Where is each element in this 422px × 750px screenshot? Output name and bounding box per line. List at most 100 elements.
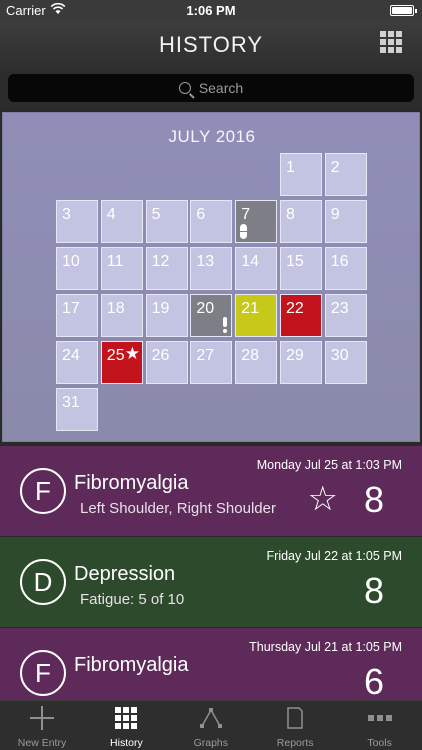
graph-icon — [199, 706, 223, 730]
calendar-day-4[interactable]: 4 — [100, 200, 143, 243]
search-icon — [178, 82, 191, 94]
tab-label: New Entry — [17, 737, 67, 749]
calendar-day-28[interactable]: 28 — [235, 341, 278, 384]
tab-bar: New Entry History Graphs Reports Tools — [0, 700, 422, 750]
clock: 1:06 PM — [186, 3, 236, 18]
calendar-day-23[interactable]: 23 — [324, 294, 367, 337]
day-number: 30 — [330, 347, 349, 364]
day-number: 5 — [151, 206, 161, 223]
calendar-day-15[interactable]: 15 — [280, 247, 322, 290]
day-number: 16 — [330, 253, 349, 270]
entry-title: Fibromyalgia — [74, 654, 189, 676]
calendar-day-13[interactable]: 13 — [190, 247, 233, 290]
day-number: 25 — [106, 347, 125, 364]
day-number: 4 — [106, 206, 116, 223]
day-number: 24 — [62, 347, 80, 364]
calendar-day-25[interactable]: 25 ★ — [100, 341, 143, 384]
calendar-day-24[interactable]: 24 — [56, 341, 98, 384]
calendar-day-27[interactable]: 27 — [190, 341, 233, 384]
calendar-month-title: JULY 2016 — [168, 127, 256, 146]
calendar-day-5[interactable]: 5 — [145, 200, 188, 243]
calendar-day-16[interactable]: 16 — [324, 247, 367, 290]
day-number: 6 — [196, 206, 206, 223]
day-number: 3 — [62, 206, 71, 223]
day-number: 9 — [330, 206, 340, 223]
day-number: 8 — [286, 206, 295, 223]
calendar-day-30[interactable]: 30 — [324, 341, 367, 384]
tab-label: Graphs — [193, 737, 229, 749]
grid-view-button[interactable] — [380, 31, 402, 53]
more-icon — [367, 706, 392, 730]
calendar-day-6[interactable]: 6 — [190, 200, 233, 243]
calendar-day-20[interactable]: 20 — [190, 294, 233, 337]
day-number: 19 — [151, 300, 170, 317]
plus-icon — [30, 706, 54, 730]
calendar-day-9[interactable]: 9 — [324, 200, 367, 243]
day-number: 2 — [330, 159, 340, 176]
day-number: 15 — [286, 253, 304, 270]
condition-letter-icon: F — [20, 468, 66, 514]
calendar-day-14[interactable]: 14 — [235, 247, 278, 290]
history-entry[interactable]: F Monday Jul 25 at 1:03 PM Fibromyalgia Lef… — [0, 446, 422, 536]
exclamation-icon — [222, 317, 228, 333]
day-number: 21 — [241, 300, 259, 317]
day-number: 18 — [106, 300, 125, 317]
tab-graphs[interactable]: Graphs — [169, 701, 253, 750]
tab-tools[interactable]: Tools — [338, 701, 422, 750]
search-input[interactable]: Search — [8, 74, 414, 102]
calendar-day-3[interactable]: 3 — [56, 200, 98, 243]
grid-icon — [114, 706, 138, 730]
calendar-day-12[interactable]: 12 — [145, 247, 188, 290]
tab-history[interactable]: History — [84, 701, 168, 750]
calendar-day-22[interactable]: 22 — [280, 294, 322, 337]
day-number: 26 — [151, 347, 170, 364]
day-number: 13 — [196, 253, 215, 270]
calendar-day-31[interactable]: 31 — [56, 388, 98, 431]
calendar-day-21[interactable]: 21 — [235, 294, 278, 337]
calendar-day-26[interactable]: 26 — [145, 341, 188, 384]
calendar-day-17[interactable]: 17 — [56, 294, 98, 337]
day-number: 17 — [62, 300, 80, 317]
calendar-day-8[interactable]: 8 — [280, 200, 322, 243]
day-number: 23 — [330, 300, 349, 317]
battery-icon — [390, 5, 417, 16]
calendar-day-10[interactable]: 10 — [56, 247, 98, 290]
day-number: 10 — [62, 253, 80, 270]
page-title: HISTORY — [159, 32, 263, 57]
entry-subtitle: Left Shoulder, Right Shoulder — [80, 500, 276, 517]
history-entry[interactable]: D Friday Jul 22 at 1:05 PM Depression Fatig… — [0, 537, 422, 627]
day-number: 28 — [241, 347, 259, 364]
entry-title: Depression — [74, 563, 176, 585]
star-icon: ★ — [124, 344, 141, 363]
calendar-day-1[interactable]: 1 — [280, 153, 322, 196]
entry-date: Friday Jul 22 at 1:05 PM — [266, 549, 402, 563]
calendar: JULY 2016 1 2 3 4 5 6 7 8 9 10 11 12 13 14 15 16 17 18 19 2… — [2, 112, 420, 442]
calendar-day-2[interactable]: 2 — [324, 153, 367, 196]
day-number: 20 — [196, 300, 215, 317]
day-number: 14 — [241, 253, 259, 270]
search-placeholder: Search — [198, 80, 244, 96]
day-number: 12 — [151, 253, 170, 270]
condition-letter-icon: D — [20, 559, 66, 605]
star-icon[interactable]: ☆ — [308, 482, 338, 516]
calendar-day-11[interactable]: 11 — [100, 247, 143, 290]
tab-label: History — [110, 737, 143, 749]
entry-severity-value: 8 — [363, 479, 384, 520]
tab-reports[interactable]: Reports — [253, 701, 337, 750]
condition-letter-icon: F — [20, 650, 66, 696]
battery-level — [392, 7, 412, 14]
calendar-day-18[interactable]: 18 — [100, 294, 143, 337]
day-number: 27 — [196, 347, 215, 364]
day-number: 29 — [286, 347, 304, 364]
tab-new-entry[interactable]: New Entry — [0, 701, 84, 750]
calendar-day-29[interactable]: 29 — [280, 341, 322, 384]
nav-bar: HISTORY — [0, 20, 422, 70]
day-number: 22 — [286, 300, 304, 317]
report-icon — [283, 706, 307, 730]
day-number: 31 — [62, 394, 80, 411]
pill-icon — [240, 224, 248, 239]
calendar-day-7[interactable]: 7 — [235, 200, 278, 243]
search-bar: Search — [0, 70, 422, 108]
entry-title: Fibromyalgia — [74, 472, 189, 494]
calendar-day-19[interactable]: 19 — [145, 294, 188, 337]
